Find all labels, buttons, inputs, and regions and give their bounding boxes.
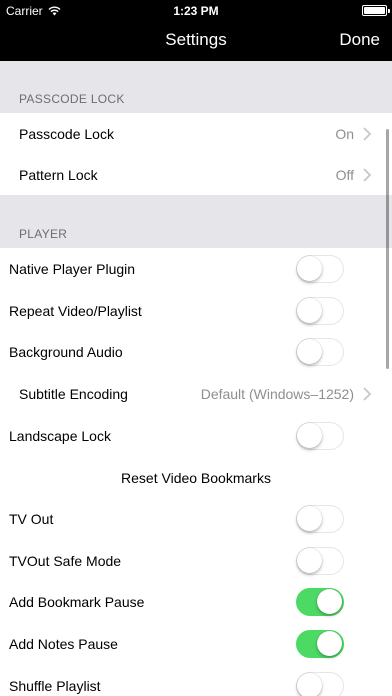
passcode-lock-value: On	[335, 125, 354, 142]
repeat-video-playlist-row: Repeat Video/Playlist	[0, 290, 392, 331]
subtitle-encoding-value: Default (Windows–1252)	[200, 385, 354, 402]
status-bar: Carrier 1:23 PM	[0, 0, 392, 20]
passcode-lock-row[interactable]: Passcode Lock On	[0, 113, 392, 154]
background-audio-row: Background Audio	[0, 331, 392, 372]
pattern-lock-label: Pattern Lock	[19, 166, 98, 183]
pattern-lock-row[interactable]: Pattern Lock Off	[0, 154, 392, 195]
section-header-passcode-lock: PASSCODE LOCK	[0, 61, 392, 113]
navigation-bar: Settings Done	[0, 20, 392, 61]
tv-out-toggle[interactable]	[296, 504, 344, 533]
subtitle-encoding-row[interactable]: Subtitle Encoding Default (Windows–1252)	[0, 373, 392, 414]
add-bookmark-pause-toggle[interactable]	[296, 587, 344, 616]
section-header-player: PLAYER	[0, 195, 392, 248]
tv-out-row: TV Out	[0, 498, 392, 539]
repeat-video-playlist-toggle[interactable]	[296, 296, 344, 325]
add-bookmark-pause-row: Add Bookmark Pause	[0, 581, 392, 622]
passcode-lock-label: Passcode Lock	[19, 125, 114, 142]
tvout-safe-mode-toggle[interactable]	[296, 546, 344, 575]
landscape-lock-toggle[interactable]	[296, 421, 344, 450]
reset-video-bookmarks-button[interactable]: Reset Video Bookmarks	[0, 457, 392, 498]
landscape-lock-row: Landscape Lock	[0, 415, 392, 456]
tvout-safe-mode-row: TVOut Safe Mode	[0, 540, 392, 581]
chevron-right-icon	[363, 126, 372, 141]
chevron-right-icon	[363, 167, 372, 182]
add-notes-pause-row: Add Notes Pause	[0, 623, 392, 664]
done-button[interactable]: Done	[339, 30, 380, 50]
chevron-right-icon	[363, 386, 372, 401]
subtitle-encoding-label: Subtitle Encoding	[19, 385, 128, 402]
add-notes-pause-toggle[interactable]	[296, 629, 344, 658]
native-player-plugin-row: Native Player Plugin	[0, 248, 392, 289]
battery-icon	[362, 5, 390, 16]
shuffle-playlist-toggle[interactable]	[296, 671, 344, 696]
native-player-plugin-toggle[interactable]	[296, 254, 344, 283]
page-title: Settings	[165, 30, 227, 49]
status-time: 1:23 PM	[173, 4, 219, 18]
background-audio-toggle[interactable]	[296, 337, 344, 366]
shuffle-playlist-row: Shuffle Playlist	[0, 665, 392, 696]
reset-video-bookmarks-label: Reset Video Bookmarks	[121, 469, 271, 486]
vertical-scrollbar[interactable]	[386, 129, 389, 369]
settings-list[interactable]: PASSCODE LOCK Passcode Lock On Pattern L…	[0, 61, 392, 696]
pattern-lock-value: Off	[335, 166, 354, 183]
